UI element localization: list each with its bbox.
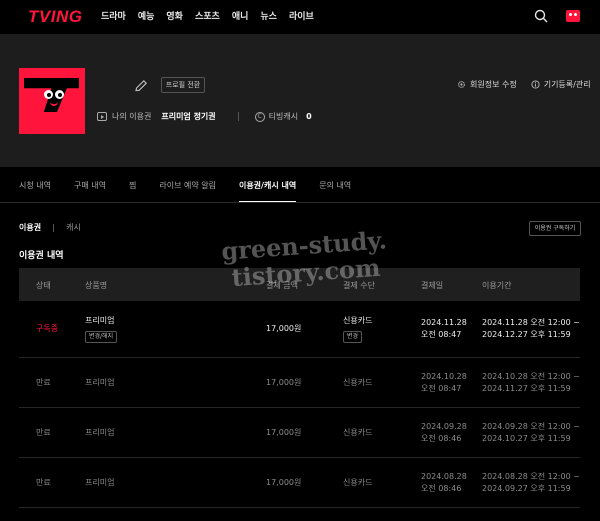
tab-wishlist[interactable]: 찜 — [129, 180, 136, 203]
payment-date: 2024.08.28 — [421, 472, 467, 481]
payment-method: 신용카드 — [343, 316, 373, 325]
tab-purchase-history[interactable]: 구매 내역 — [74, 180, 106, 203]
profile-avatar — [19, 68, 85, 134]
column-header-date: 결제일 — [421, 281, 444, 290]
ticket-icon — [97, 112, 107, 121]
payment-amount: 17,000원 — [266, 428, 302, 437]
period-end: 2024.12.27 오후 11:59 — [482, 330, 571, 339]
divider — [53, 223, 55, 232]
column-header-method: 결제 수단 — [343, 281, 375, 290]
column-header-period: 이용기간 — [482, 281, 512, 290]
subtab-cash[interactable]: 캐시 — [66, 222, 81, 233]
nav-item-anime[interactable]: 애니 — [232, 9, 249, 22]
nav-item-sports[interactable]: 스포츠 — [195, 9, 220, 22]
device-management-label: 기기등록/관리 — [543, 80, 591, 89]
product-name: 프리미엄 — [85, 378, 115, 387]
nav-item-drama[interactable]: 드라마 — [101, 9, 126, 22]
cash-value: 0 — [306, 112, 312, 121]
column-header-product: 상품명 — [85, 281, 108, 290]
edit-member-info-label: 회원정보 수정 — [470, 80, 517, 89]
nav-item-movie[interactable]: 영화 — [166, 9, 183, 22]
mypage-tabs: 시청 내역 구매 내역 찜 라이브 예약 알림 이용권/캐시 내역 문의 내역 — [19, 180, 374, 203]
subscribe-pass-button[interactable]: 이용권 구독하기 — [529, 221, 581, 236]
history-subtabs: 이용권 캐시 — [19, 222, 81, 233]
period-end: 2024.10.27 오후 11:59 — [482, 434, 571, 443]
subtab-pass[interactable]: 이용권 — [19, 222, 41, 233]
period-end: 2024.11.27 오후 11:59 — [482, 384, 571, 393]
account-links: 회원정보 수정 기기등록/관리 — [457, 79, 600, 90]
edit-member-info-link[interactable]: 회원정보 수정 — [457, 79, 517, 90]
payment-time: 오전 08:47 — [421, 384, 462, 393]
tab-inquiry-history[interactable]: 문의 내역 — [319, 180, 351, 203]
column-header-amount: 결제 금액 — [266, 281, 298, 290]
table-header: 상태 상품명 결제 금액 결제 수단 결제일 이용기간 — [19, 268, 580, 301]
column-header-status: 상태 — [36, 281, 51, 290]
product-name: 프리미엄 — [85, 428, 115, 437]
status-badge: 만료 — [36, 378, 51, 387]
payment-amount: 17,000원 — [266, 378, 302, 387]
main-nav: 드라마 예능 영화 스포츠 애니 뉴스 라이브 — [101, 9, 326, 22]
profile-switch-button[interactable]: 프로필 전환 — [161, 77, 205, 93]
search-icon[interactable] — [534, 9, 548, 23]
divider — [237, 112, 239, 121]
gear-icon — [458, 81, 465, 88]
status-badge: 구독중 — [36, 324, 59, 333]
table-row: 만료 프리미엄 17,000원 신용카드 2024.10.28 오전 08:47… — [19, 358, 580, 408]
period-start: 2024.08.28 오전 12:00 ~ — [482, 472, 580, 481]
payment-amount: 17,000원 — [266, 478, 302, 487]
device-management-link[interactable]: 기기등록/관리 — [531, 79, 591, 90]
table-row: 구독중 프리미엄 변경/해지 17,000원 신용카드 변경 2024.11.2… — [19, 301, 580, 358]
cash-icon: C — [254, 111, 265, 122]
nav-item-variety[interactable]: 예능 — [138, 9, 155, 22]
tab-watch-history[interactable]: 시청 내역 — [19, 180, 51, 203]
payment-amount: 17,000원 — [266, 324, 302, 333]
period-start: 2024.11.28 오전 12:00 ~ — [482, 318, 580, 327]
period-end: 2024.09.27 오후 11:59 — [482, 484, 571, 493]
watermark-line-1: green-study. — [220, 225, 388, 266]
change-method-button-wrap: 변경 — [343, 328, 363, 343]
nav-item-live[interactable]: 라이브 — [289, 9, 314, 22]
tab-live-reservation[interactable]: 라이브 예약 알림 — [159, 180, 216, 203]
profile-avatar-icon[interactable] — [566, 10, 580, 22]
cash-label: 티빙캐시 — [268, 112, 299, 121]
period-start: 2024.10.28 오전 12:00 ~ — [482, 372, 580, 381]
tab-pass-cash-history[interactable]: 이용권/캐시 내역 — [238, 180, 297, 203]
status-badge: 만료 — [36, 478, 51, 487]
my-pass-value: 프리미엄 정기권 — [161, 112, 216, 121]
top-navigation-bar: TVING 드라마 예능 영화 스포츠 애니 뉴스 라이브 — [0, 0, 600, 34]
pass-summary: 나의 이용권 프리미엄 정기권 C 티빙캐시 0 — [97, 111, 312, 122]
nav-item-news[interactable]: 뉴스 — [260, 9, 277, 22]
payment-method: 신용카드 — [343, 478, 373, 487]
payment-date: 2024.10.28 — [421, 372, 467, 381]
section-title: 이용권 내역 — [19, 251, 64, 261]
payment-time: 오전 08:47 — [421, 330, 462, 339]
payment-time: 오전 08:46 — [421, 434, 462, 443]
change-cancel-button-wrap: 변경/해지 — [85, 328, 118, 343]
period-start: 2024.09.28 오전 12:00 ~ — [482, 422, 580, 431]
payment-date: 2024.09.28 — [421, 422, 467, 431]
change-cancel-button[interactable]: 변경/해지 — [85, 331, 118, 343]
payment-method: 신용카드 — [343, 428, 373, 437]
payment-time: 오전 08:46 — [421, 484, 462, 493]
profile-section — [0, 34, 600, 167]
tving-logo[interactable]: TVING — [28, 7, 82, 27]
pencil-icon[interactable] — [133, 78, 149, 94]
payment-date: 2024.11.28 — [421, 318, 467, 327]
table-row: 만료 프리미엄 17,000원 신용카드 2024.09.28 오전 08:46… — [19, 408, 580, 458]
change-method-button[interactable]: 변경 — [343, 331, 363, 343]
tabs-divider — [0, 202, 600, 203]
info-icon — [531, 80, 540, 89]
status-badge: 만료 — [36, 428, 51, 437]
product-name: 프리미엄 — [85, 478, 115, 487]
product-name: 프리미엄 — [85, 316, 115, 325]
table-row: 만료 프리미엄 17,000원 신용카드 2024.08.28 오전 08:46… — [19, 458, 580, 508]
my-pass-label: 나의 이용권 — [112, 112, 152, 121]
payment-method: 신용카드 — [343, 378, 373, 387]
